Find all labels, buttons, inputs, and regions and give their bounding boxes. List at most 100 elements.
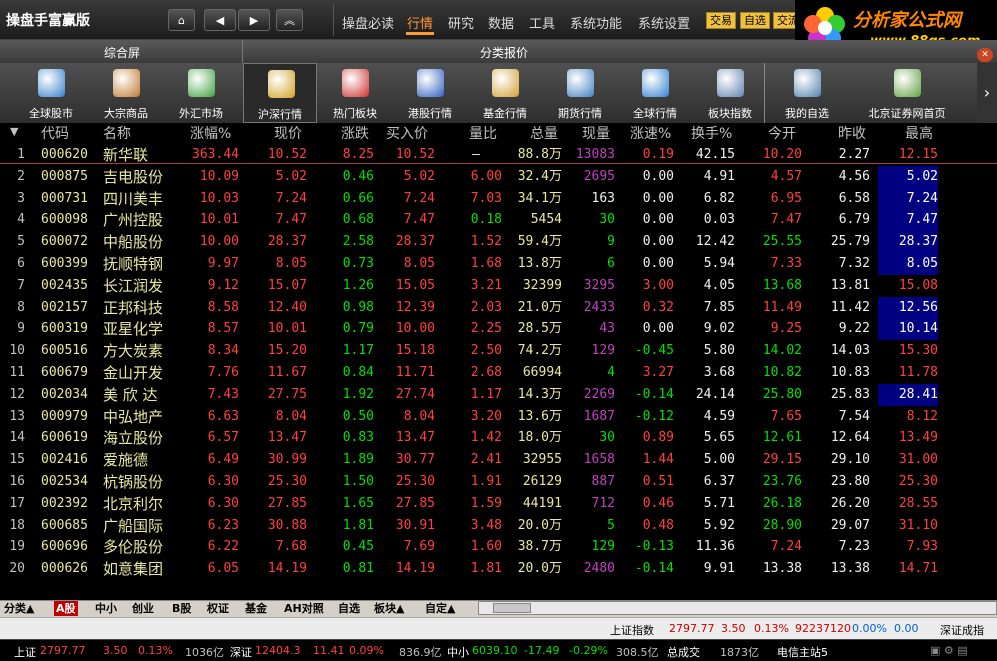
tool-my-watchlist[interactable]: 我的自选 bbox=[770, 63, 844, 123]
cell-change: 0.83 bbox=[342, 430, 374, 446]
tab-2[interactable]: 中小 bbox=[95, 601, 117, 616]
tool-homepage[interactable]: 北京证券网首页 bbox=[852, 63, 962, 123]
menu-item-0[interactable]: 操盘必读 bbox=[342, 13, 394, 32]
cell-volume-ratio: 3.20 bbox=[470, 408, 502, 424]
trade-pill[interactable]: 交易 bbox=[706, 12, 736, 29]
cell-high: 25.30 bbox=[898, 474, 938, 489]
sort-menu-icon[interactable]: ▼ bbox=[10, 125, 18, 145]
column-header-0[interactable]: 代码 bbox=[41, 123, 69, 143]
cell-total-volume: 5454 bbox=[530, 212, 562, 228]
cell-change: 1.92 bbox=[342, 386, 374, 402]
column-header-6[interactable]: 量比 bbox=[469, 123, 497, 143]
menu-item-4[interactable]: 工具 bbox=[529, 13, 555, 32]
cell-stock-code: 600319 bbox=[41, 321, 88, 337]
tab-7[interactable]: AH对照 bbox=[284, 601, 324, 616]
column-header-10[interactable]: 换手% bbox=[691, 123, 732, 143]
tool-label: 板块指数 bbox=[708, 107, 752, 120]
cell-change: 0.50 bbox=[342, 408, 374, 424]
cell-total-volume: 28.5万 bbox=[517, 321, 562, 337]
cell-change-pct: 6.57 bbox=[207, 430, 239, 446]
cell-total-volume: 66994 bbox=[522, 365, 562, 380]
tool-hk-stock[interactable]: 港股行情 bbox=[393, 63, 467, 123]
cell-volume-ratio: 2.50 bbox=[470, 343, 502, 359]
cell-change-pct: 7.76 bbox=[207, 365, 239, 380]
cell-volume-ratio: 1.91 bbox=[470, 474, 502, 489]
status-total-amount: 1873亿 bbox=[720, 646, 759, 659]
tab-1[interactable]: A股 bbox=[54, 601, 78, 616]
tool-globe-chart[interactable]: 全球股市 bbox=[14, 63, 88, 123]
column-header-5[interactable]: 买入价 bbox=[386, 123, 428, 143]
column-header-9[interactable]: 涨速% bbox=[630, 123, 671, 143]
cell-high: 31.10 bbox=[898, 517, 938, 533]
column-header-3[interactable]: 现价 bbox=[274, 123, 302, 143]
tool-sh-sz-quote[interactable]: 沪深行情 bbox=[243, 63, 317, 123]
cell-row-number: 12 bbox=[9, 386, 25, 402]
column-header-1[interactable]: 名称 bbox=[103, 123, 131, 143]
toolbar-scroll-right-icon[interactable]: › bbox=[977, 63, 997, 123]
tool-label: 全球行情 bbox=[633, 107, 677, 120]
status-zx-pct: -0.29% bbox=[569, 644, 608, 657]
menu-item-2[interactable]: 研究 bbox=[448, 13, 474, 32]
cell-high: 28.41 bbox=[878, 383, 938, 406]
tool-crate[interactable]: 大宗商品 bbox=[89, 63, 163, 123]
menu-item-3[interactable]: 数据 bbox=[488, 13, 514, 32]
column-header-11[interactable]: 今开 bbox=[768, 123, 796, 143]
cell-total-volume: 20.0万 bbox=[517, 561, 562, 577]
column-header-4[interactable]: 涨跌 bbox=[341, 123, 369, 143]
tab-4[interactable]: B股 bbox=[172, 601, 191, 616]
tool-currency[interactable]: 外汇市场 bbox=[164, 63, 238, 123]
status-sh-amount: 1036亿 bbox=[185, 646, 224, 659]
logo-text: 分析家公式网 bbox=[853, 10, 961, 31]
scrollbar-thumb[interactable] bbox=[493, 603, 531, 613]
column-header-7[interactable]: 总量 bbox=[530, 123, 558, 143]
cell-bid-price: 27.74 bbox=[395, 386, 435, 402]
section-quotes[interactable]: 分类报价 bbox=[480, 44, 528, 61]
tool-global-quote[interactable]: 全球行情 bbox=[618, 63, 692, 123]
menu-item-1[interactable]: 行情 bbox=[407, 13, 433, 32]
menu-item-6[interactable]: 系统设置 bbox=[638, 13, 690, 32]
collapse-button[interactable]: ︽ bbox=[276, 9, 303, 31]
cell-price: 7.68 bbox=[275, 539, 307, 555]
forward-button[interactable]: ▶ bbox=[238, 9, 270, 31]
tab-5[interactable]: 权证 bbox=[207, 601, 229, 616]
menu-item-5[interactable]: 系统功能 bbox=[570, 13, 622, 32]
home-button[interactable]: ⌂ bbox=[168, 9, 195, 31]
cell-price: 7.47 bbox=[275, 212, 307, 228]
back-button[interactable]: ◀ bbox=[204, 9, 236, 31]
cell-bid-price: 13.47 bbox=[395, 430, 435, 446]
tab-10[interactable]: 自定▲ bbox=[425, 601, 455, 616]
tool-hot-sector[interactable]: 热门板块 bbox=[318, 63, 392, 123]
cell-price: 8.04 bbox=[275, 408, 307, 424]
tab-9[interactable]: 板块▲ bbox=[374, 601, 404, 616]
cell-stock-code: 002392 bbox=[41, 495, 88, 511]
cell-turnover-pct: 11.36 bbox=[695, 539, 735, 555]
cell-change: 0.98 bbox=[342, 299, 374, 315]
cell-stock-code: 600098 bbox=[41, 212, 88, 228]
cell-open: 26.18 bbox=[762, 495, 802, 511]
ticker-pct: 0.13% bbox=[754, 622, 789, 635]
cell-stock-name: 亚星化学 bbox=[103, 320, 164, 339]
tab-0[interactable]: 分类▲ bbox=[4, 601, 34, 616]
close-icon[interactable]: ✕ bbox=[977, 48, 993, 62]
tab-8[interactable]: 自选 bbox=[338, 601, 360, 616]
tab-3[interactable]: 创业 bbox=[132, 601, 154, 616]
app-title: 操盘手富赢版 bbox=[6, 13, 90, 29]
cell-total-volume: 34.1万 bbox=[517, 190, 562, 206]
cell-turnover-pct: 4.91 bbox=[703, 168, 735, 184]
horizontal-scrollbar[interactable] bbox=[478, 601, 997, 615]
cell-stock-code: 000875 bbox=[41, 168, 88, 184]
column-header-13[interactable]: 最高 bbox=[905, 123, 933, 143]
section-overview[interactable]: 综合屏 bbox=[104, 44, 140, 61]
column-header-12[interactable]: 昨收 bbox=[838, 123, 866, 143]
tool-futures[interactable]: 期货行情 bbox=[543, 63, 617, 123]
watchlist-pill[interactable]: 自选 bbox=[740, 12, 770, 29]
tool-fund[interactable]: 基金行情 bbox=[468, 63, 542, 123]
tab-6[interactable]: 基金 bbox=[245, 601, 267, 616]
cell-stock-name: 多伦股份 bbox=[103, 538, 164, 557]
column-header-2[interactable]: 涨幅% bbox=[190, 123, 231, 143]
column-header-8[interactable]: 现量 bbox=[582, 123, 610, 143]
status-sz-label: 深证 bbox=[230, 646, 252, 659]
tool-sector-index[interactable]: 板块指数 bbox=[693, 63, 767, 123]
cell-row-number: 17 bbox=[9, 495, 25, 511]
cell-prev-close: 13.38 bbox=[830, 561, 870, 577]
